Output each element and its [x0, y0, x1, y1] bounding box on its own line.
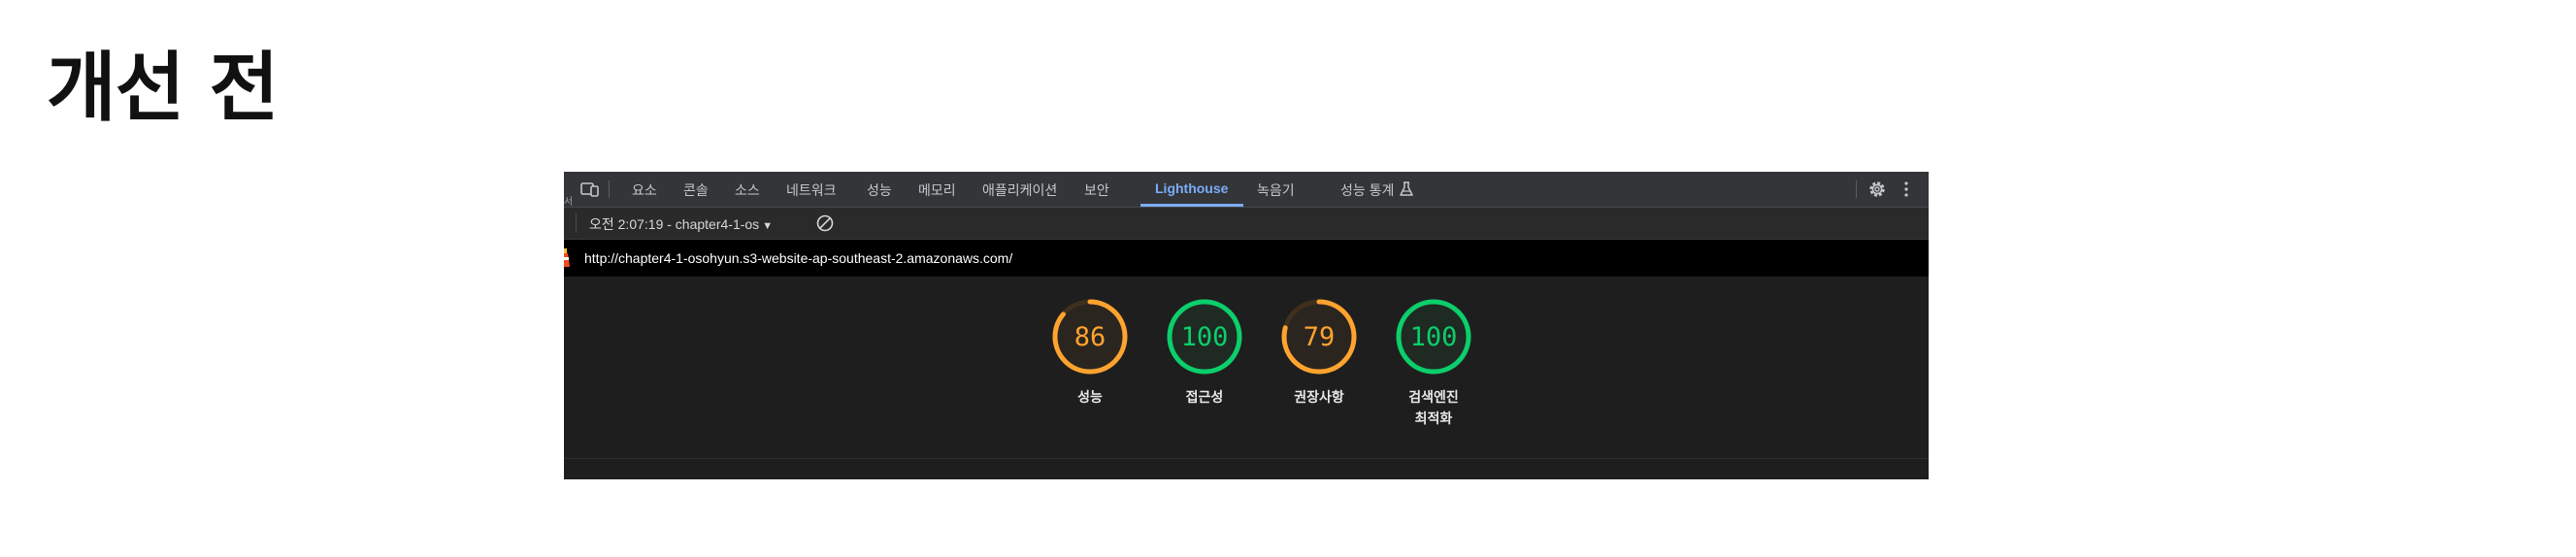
tab-0[interactable]: 요소 [632, 180, 657, 200]
active-tab-indicator [1140, 204, 1243, 207]
tab-9[interactable]: 녹음기 [1257, 180, 1295, 200]
gauge-label: 성능 [1077, 390, 1103, 406]
gauge-label: 검색엔진 최적화 [1408, 390, 1459, 427]
score-gauges: 86 성능 100 접근성 79 권장사항 100 검색엔진 최적화 [564, 277, 1929, 454]
tab-5[interactable]: 메모리 [918, 180, 956, 200]
gauge-ring: 100 [1167, 299, 1242, 375]
score-gauge[interactable]: 100 검색엔진 최적화 [1375, 296, 1492, 430]
report-toolbar: 오전 2:07:19 - chapter4-1-os ▼ [564, 208, 1929, 240]
gauge-score: 86 [1074, 322, 1106, 352]
report-select-label: 오전 2:07:19 - chapter4-1-os [589, 216, 760, 232]
gauge-label: 권장사항 [1294, 390, 1344, 406]
toolbar-divider [1856, 180, 1857, 198]
tab-10[interactable]: 성능 통계 [1340, 180, 1394, 200]
tab-6[interactable]: 애플리케이션 [982, 180, 1057, 200]
panel-divider [564, 458, 1929, 459]
devtools-tab-bar: 서 요소 콘솔 소스 네트워크 성능 메모리 애플리케이션 보안 Lighthouse 녹음기 성능… [564, 172, 1929, 208]
tab-bar-edge-text: 서 [564, 197, 574, 208]
tab-1[interactable]: 콘솔 [683, 180, 709, 200]
gauge-score: 100 [1410, 322, 1458, 352]
lighthouse-logo-icon [564, 248, 570, 267]
audited-url: http://chapter4-1-osohyun.s3-website-ap-… [584, 250, 1013, 266]
kebab-menu-icon[interactable] [1903, 180, 1909, 198]
tab-8[interactable]: Lighthouse [1155, 180, 1228, 196]
tab-2[interactable]: 소스 [735, 180, 760, 200]
score-gauge[interactable]: 100 접근성 [1146, 296, 1263, 409]
report-toolbar-divider [576, 213, 577, 233]
gauge-label: 접근성 [1185, 390, 1224, 406]
clear-icon[interactable] [815, 213, 835, 233]
gauge-score: 79 [1304, 322, 1336, 352]
gauge-score: 100 [1181, 322, 1229, 352]
tab-3[interactable]: 네트워크 [786, 180, 837, 200]
device-toggle-icon[interactable] [580, 181, 600, 197]
score-gauge[interactable]: 86 성능 [1032, 296, 1148, 409]
page-title: 개선 전 [47, 45, 279, 132]
gear-icon[interactable] [1867, 180, 1887, 199]
gauge-ring: 79 [1281, 299, 1357, 375]
tab-divider [609, 180, 610, 198]
devtools-panel: 서 요소 콘솔 소스 네트워크 성능 메모리 애플리케이션 보안 Lighthouse 녹음기 성능… [564, 172, 1929, 479]
score-gauge[interactable]: 79 권장사항 [1261, 296, 1377, 409]
gauge-ring: 86 [1052, 299, 1128, 375]
chevron-down-icon: ▼ [762, 220, 774, 232]
tab-7[interactable]: 보안 [1084, 180, 1109, 200]
tab-4[interactable]: 성능 [867, 180, 892, 200]
flask-icon [1400, 181, 1413, 196]
audited-url-bar: http://chapter4-1-osohyun.s3-website-ap-… [564, 240, 1929, 277]
gauge-ring: 100 [1396, 299, 1471, 375]
report-select-dropdown[interactable]: 오전 2:07:19 - chapter4-1-os ▼ [589, 214, 773, 234]
